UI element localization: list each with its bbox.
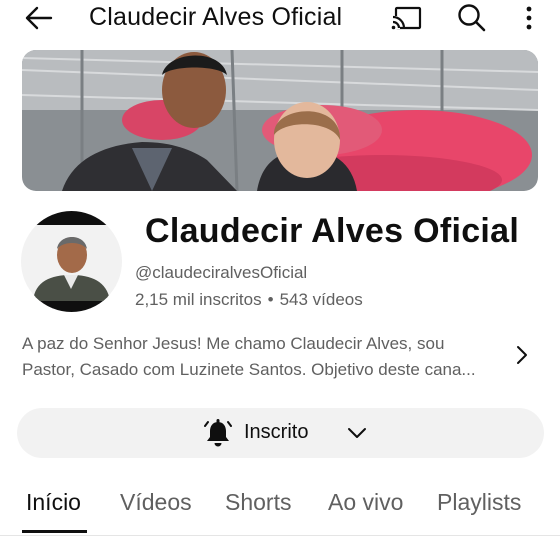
channel-avatar-image [21, 211, 122, 312]
subscriber-count: 2,15 mil inscritos [135, 290, 262, 309]
active-tab-indicator [22, 530, 87, 533]
tab-videos[interactable]: Vídeos [120, 489, 192, 516]
subscribed-button[interactable]: Inscrito [17, 408, 544, 458]
subscribed-label: Inscrito [244, 421, 309, 443]
description-line: A paz do Senhor Jesus! Me chamo Claudeci… [22, 334, 445, 353]
top-app-bar: Claudecir Alves Oficial [0, 0, 560, 38]
cast-icon[interactable] [391, 4, 423, 32]
tab-inicio[interactable]: Início [26, 489, 81, 516]
description-line: Pastor, Casado com Luzinete Santos. Obje… [22, 360, 476, 379]
tab-ao-vivo[interactable]: Ao vivo [328, 489, 403, 516]
channel-handle: @claudeciralvesOficial [135, 263, 308, 282]
channel-name: Claudecir Alves Oficial [145, 212, 520, 250]
app-bar-title: Claudecir Alves Oficial [89, 3, 343, 31]
channel-avatar[interactable] [21, 211, 122, 312]
channel-description[interactable]: A paz do Senhor Jesus! Me chamo Claudeci… [22, 331, 508, 383]
channel-stats: 2,15 mil inscritos • 543 vídeos [135, 290, 363, 310]
channel-tabs: Início Vídeos Shorts Ao vivo Playlists [0, 480, 560, 536]
more-vertical-icon[interactable] [520, 4, 538, 32]
stats-separator: • [267, 290, 274, 309]
chevron-down-icon [348, 428, 366, 438]
channel-banner [22, 50, 538, 191]
tab-shorts[interactable]: Shorts [225, 489, 291, 516]
channel-banner-image [22, 50, 538, 191]
video-count: 543 vídeos [279, 290, 363, 309]
bell-ringing-icon [204, 419, 232, 447]
chevron-right-icon[interactable] [513, 344, 531, 366]
search-icon[interactable] [456, 3, 488, 33]
tab-playlists[interactable]: Playlists [437, 489, 521, 516]
arrow-left-icon[interactable] [24, 4, 54, 32]
tabs-divider [0, 535, 560, 536]
